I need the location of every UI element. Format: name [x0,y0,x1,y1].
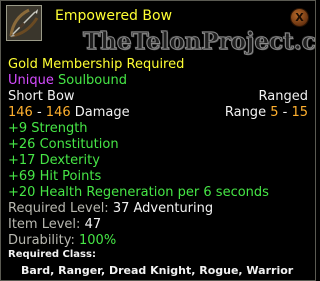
range-value: Range 5 - 15 [225,104,308,121]
stat-line: +9 Strength [8,121,88,136]
weapon-class: Ranged [258,89,308,104]
bow-icon [6,5,42,41]
durability-line: Durability: 100% [8,232,308,249]
damage-max: 146 [45,105,71,120]
item-name: Empowered Bow [55,8,173,24]
required-level-line: Required Level: 37 Adventuring [8,200,308,217]
item-tooltip: Empowered Bow X TheTelonProject.com Gold… [0,0,316,281]
damage-line: 146 - 146 Damage Range 5 - 15 [8,104,308,121]
durability-label: Durability: [8,233,80,248]
range-separator: - [278,105,292,120]
binding-label: Soulbound [58,73,127,88]
item-type: Short Bow [8,89,75,104]
stat-line: +20 Health Regeneration per 6 seconds [8,185,269,200]
damage-min: 146 [8,105,33,120]
required-level-label: Required Level: [8,201,113,216]
watermark-text: TheTelonProject.com [82,28,316,55]
stat-line: +17 Dexterity [8,153,100,168]
tooltip-header: Empowered Bow X TheTelonProject.com [1,1,315,55]
item-level-line: Item Level: 47 [8,216,308,233]
stat-line: +69 Hit Points [8,169,102,184]
rarity-line: Unique Soulbound [8,72,308,89]
required-classes: Bard, Ranger, Dread Knight, Rogue, Warri… [21,264,294,277]
item-type-line: Short Bow Ranged [8,88,308,105]
required-level-value: 37 Adventuring [112,201,214,216]
range-label: Range [224,105,271,120]
durability-value: 100% [79,233,117,248]
required-class-label: Required Class: [8,249,96,260]
item-level-label: Item Level: [8,217,85,232]
damage-label: Damage [70,105,130,120]
membership-requirement: Gold Membership Required [8,57,185,72]
damage-separator: - [32,105,46,120]
item-level-value: 47 [84,217,102,232]
rarity-label: Unique [8,73,54,88]
range-max: 15 [291,105,308,120]
close-button[interactable]: X [291,9,308,26]
stat-line: +26 Constitution [8,137,119,152]
